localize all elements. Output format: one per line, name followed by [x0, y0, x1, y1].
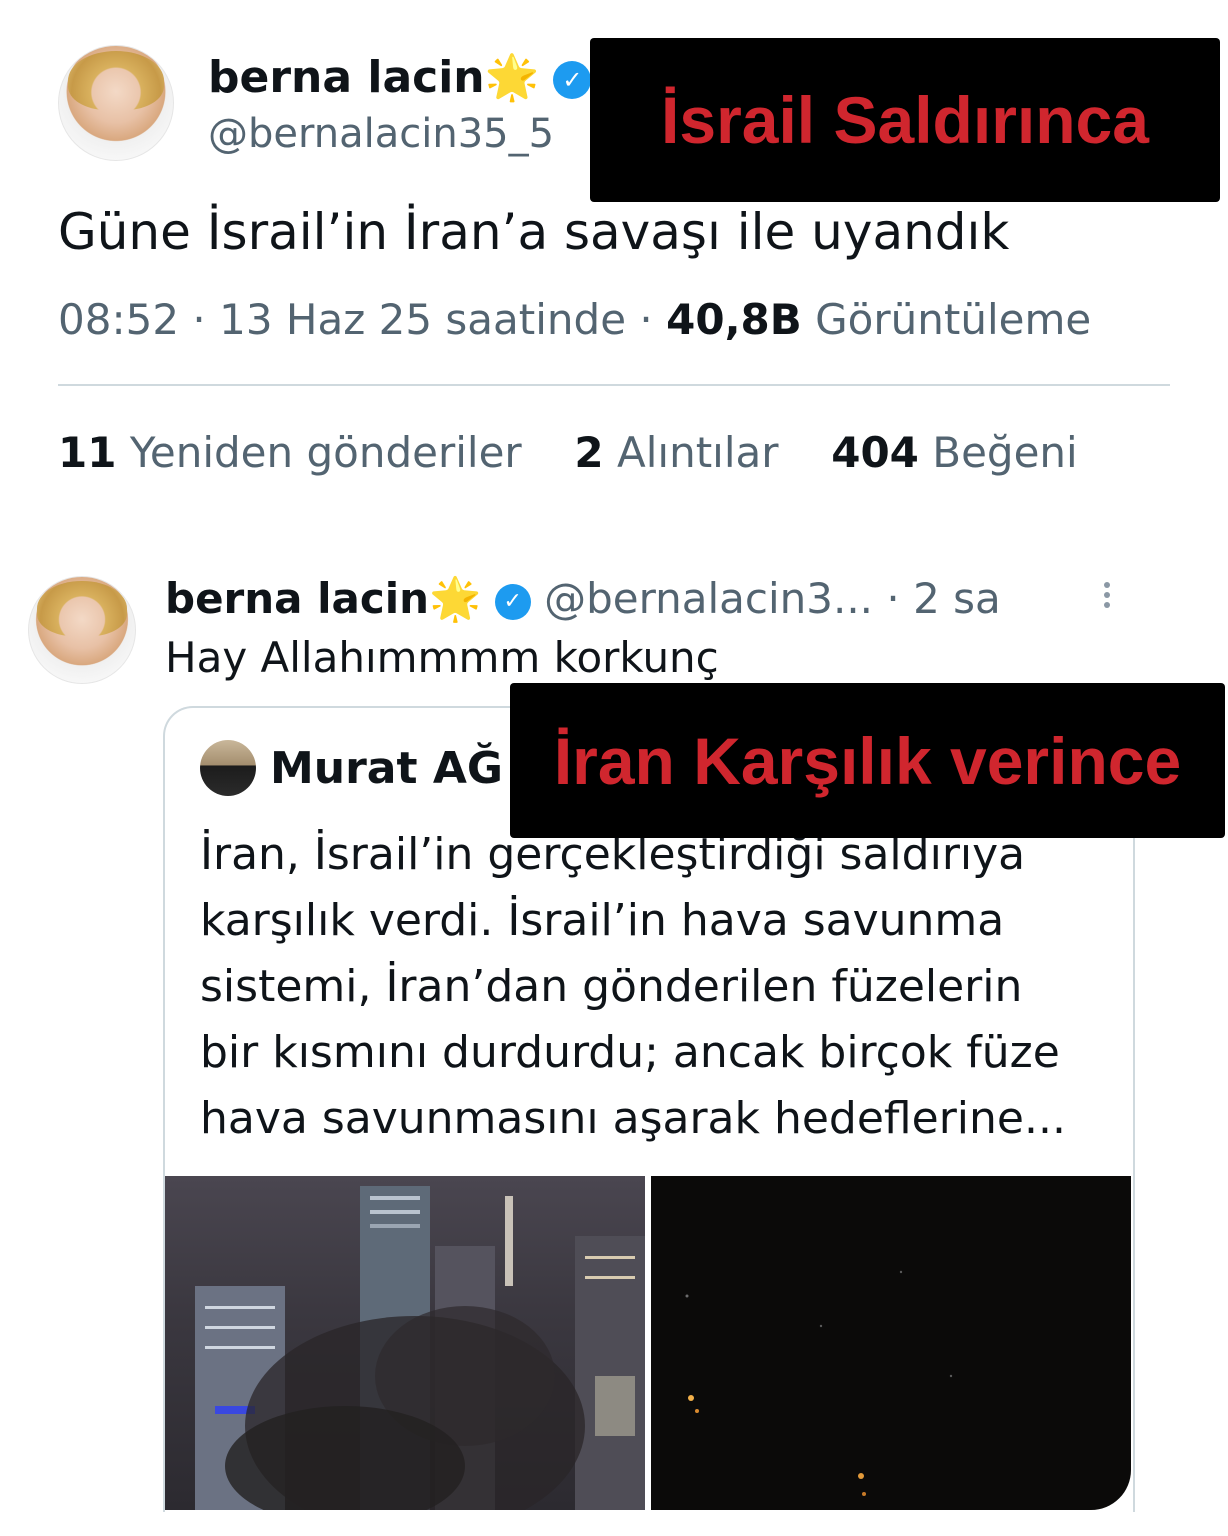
star-emoji-icon: 🌟 [429, 574, 482, 623]
tweet2-header: berna lacin🌟 ✓ @bernalacin3... · 2 sa [165, 570, 1001, 628]
likes-label: Beğeni [932, 428, 1078, 477]
star-emoji-icon: 🌟 [484, 52, 540, 103]
tweet1-stats: 11 Yeniden gönderiler 2 Alıntılar 404 Be… [58, 425, 1078, 481]
tweet1-text: Güne İsrail’in İran’a savaşı ile uyandık [58, 203, 1010, 261]
meta-separator: · [639, 295, 653, 344]
quoted-text-line: hava savunmasını aşarak hedeflerine... [200, 1093, 1066, 1144]
more-options-icon[interactable] [1104, 578, 1110, 612]
quoted-text: İran, İsrail’in gerçekleştirdiği saldırı… [200, 822, 1066, 1152]
tweet1-avatar[interactable] [58, 45, 174, 161]
meta-separator: · [192, 295, 206, 344]
retweets-count: 11 [58, 428, 117, 477]
quoted-media-left[interactable] [165, 1176, 645, 1510]
quoted-text-line: sistemi, İran’dan gönderilen füzelerin [200, 961, 1023, 1012]
middle-caption-text: İran Karşılık verince [553, 723, 1182, 798]
quoted-author-avatar[interactable] [200, 740, 256, 796]
likes-count: 404 [831, 428, 919, 477]
tweet2-avatar[interactable] [28, 576, 136, 684]
tweet1-author-row: berna lacin🌟 ✓ [208, 50, 592, 106]
likes-stat[interactable]: 404 Beğeni [831, 428, 1077, 477]
tweet2-author-name[interactable]: berna lacin [165, 574, 429, 623]
quoted-media-right[interactable] [651, 1176, 1131, 1510]
city-night-scene [195, 1186, 645, 1510]
tweet1-meta: 08:52 · 13 Haz 25 saatinde · 40,8B Görün… [58, 292, 1091, 348]
tweet2-time-ago[interactable]: · 2 sa [886, 574, 1000, 623]
tweet1-views-label: Görüntüleme [815, 295, 1092, 344]
tweet1-handle[interactable]: @bernalacin35_5 [208, 108, 554, 160]
quoted-author-name[interactable]: Murat AĞ [270, 740, 503, 798]
night-sky-scene [685, 1270, 953, 1496]
top-caption-overlay: İsrail Saldırınca [590, 38, 1220, 202]
tweet2-text: Hay Allahımmmm korkunç [165, 633, 719, 682]
verified-badge-icon: ✓ [494, 583, 531, 620]
quotes-stat[interactable]: 2 Alıntılar [574, 428, 778, 477]
retweets-stat[interactable]: 11 Yeniden gönderiler [58, 428, 522, 477]
tweet1-time[interactable]: 08:52 [58, 295, 179, 344]
quoted-text-line: bir kısmını durdurdu; ancak birçok füze [200, 1027, 1060, 1078]
quotes-label: Alıntılar [617, 428, 779, 477]
verified-badge-icon: ✓ [553, 61, 592, 99]
tweet1-views-count: 40,8B [666, 295, 802, 344]
quoted-text-line: karşılık verdi. İsrail’in hava savunma [200, 895, 1005, 946]
tweet1-divider [58, 384, 1170, 386]
tweet1-date[interactable]: 13 Haz 25 saatinde [219, 295, 626, 344]
tweet2-handle[interactable]: @bernalacin3... [544, 574, 873, 623]
middle-caption-overlay: İran Karşılık verince [510, 683, 1225, 838]
tweet1-author-name[interactable]: berna lacin [208, 52, 485, 103]
top-caption-text: İsrail Saldırınca [661, 83, 1149, 157]
retweets-label: Yeniden gönderiler [129, 428, 522, 477]
quotes-count: 2 [574, 428, 604, 477]
